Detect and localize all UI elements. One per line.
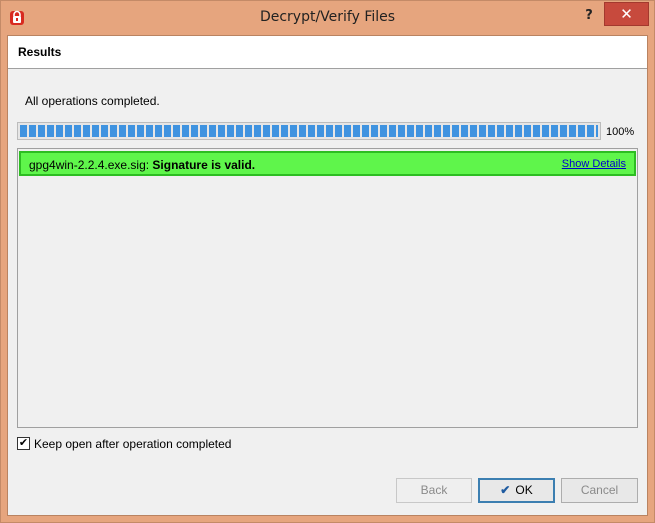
page-title: Results xyxy=(18,45,62,59)
help-button[interactable]: ? xyxy=(579,5,599,27)
dialog-body: Results All operations completed. 100% g… xyxy=(7,35,648,516)
close-button[interactable]: ✕ xyxy=(604,2,649,26)
status-message: All operations completed. xyxy=(25,94,160,108)
progress-fill xyxy=(20,125,598,137)
decrypt-verify-dialog: Decrypt/Verify Files ? ✕ Results All ope… xyxy=(0,0,655,523)
ok-button-label: OK xyxy=(515,483,533,497)
title-bar[interactable]: Decrypt/Verify Files ? ✕ xyxy=(1,1,654,35)
result-text: gpg4win-2.2.4.exe.sig: Signature is vali… xyxy=(29,158,255,172)
result-filename: gpg4win-2.2.4.exe.sig: xyxy=(29,158,150,172)
keep-open-checkbox[interactable]: ✔ xyxy=(17,437,30,450)
result-status: Signature is valid. xyxy=(152,158,256,172)
progress-bar xyxy=(17,122,601,140)
result-row: gpg4win-2.2.4.exe.sig: Signature is vali… xyxy=(19,151,636,176)
window-title: Decrypt/Verify Files xyxy=(259,9,396,25)
results-list[interactable]: gpg4win-2.2.4.exe.sig: Signature is vali… xyxy=(17,148,638,428)
cancel-button[interactable]: Cancel xyxy=(561,478,638,503)
checkmark-icon: ✔ xyxy=(500,483,511,497)
back-button[interactable]: Back xyxy=(396,478,472,503)
checkmark-icon: ✔ xyxy=(18,437,29,449)
show-details-link[interactable]: Show Details xyxy=(562,158,626,170)
progress-percent-label: 100% xyxy=(606,126,635,138)
ok-button[interactable]: ✔ OK xyxy=(478,478,555,503)
close-icon: ✕ xyxy=(620,5,633,23)
header-panel: Results xyxy=(8,36,647,69)
keep-open-label[interactable]: Keep open after operation completed xyxy=(34,437,231,451)
